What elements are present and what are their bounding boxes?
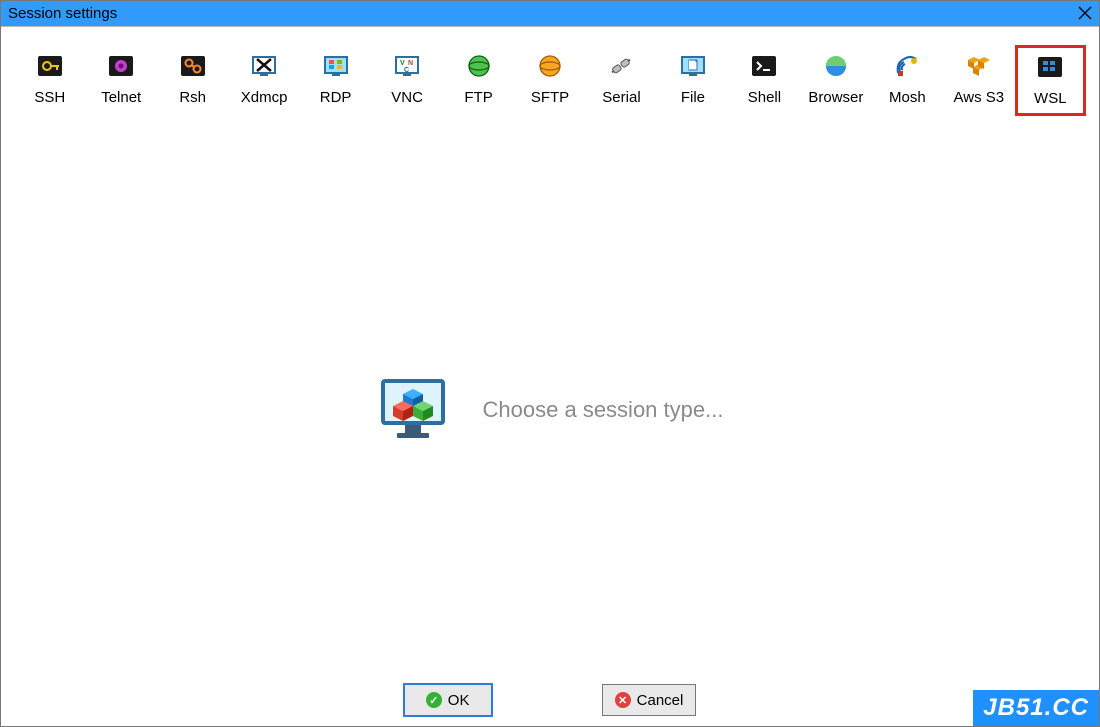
session-type-wsl[interactable]: WSL <box>1015 45 1086 116</box>
prompt-text: Choose a session type... <box>483 397 724 423</box>
session-type-label: Browser <box>808 89 863 106</box>
session-type-label: Xdmcp <box>241 89 288 106</box>
vnc-icon: VNC <box>390 53 424 79</box>
session-type-label: WSL <box>1034 90 1067 107</box>
session-type-label: Shell <box>748 89 781 106</box>
key-icon <box>33 53 67 79</box>
window-title: Session settings <box>8 5 117 22</box>
session-type-label: File <box>681 89 705 106</box>
session-type-label: Telnet <box>101 89 141 106</box>
ok-button[interactable]: ✓ OK <box>404 684 492 716</box>
close-icon[interactable] <box>1076 4 1094 22</box>
svg-text:N: N <box>408 60 413 67</box>
rdp-icon <box>319 53 353 79</box>
session-type-label: RDP <box>320 89 352 106</box>
session-type-row: SSHTelnetRshXdmcpRDPVNCVNCFTPSFTPSerialF… <box>14 27 1086 116</box>
session-type-vnc[interactable]: VNCVNC <box>371 45 442 114</box>
cross-icon: ✕ <box>615 692 631 708</box>
session-type-label: SFTP <box>531 89 569 106</box>
aws-s3-icon <box>962 53 996 79</box>
session-type-ftp[interactable]: FTP <box>443 45 514 114</box>
file-icon <box>676 53 710 79</box>
session-type-rdp[interactable]: RDP <box>300 45 371 114</box>
mosh-icon <box>890 53 924 79</box>
shell-icon <box>747 53 781 79</box>
client-area: SSHTelnetRshXdmcpRDPVNCVNCFTPSFTPSerialF… <box>1 26 1099 726</box>
session-type-rsh[interactable]: Rsh <box>157 45 228 114</box>
ok-button-label: OK <box>448 692 470 709</box>
session-type-ssh[interactable]: SSH <box>14 45 85 114</box>
session-type-label: VNC <box>391 89 423 106</box>
ftp-icon <box>462 53 496 79</box>
session-type-serial[interactable]: Serial <box>586 45 657 114</box>
monitor-cubes-icon <box>377 377 449 443</box>
dialog-footer: ✓ OK ✕ Cancel <box>1 684 1099 716</box>
svg-text:V: V <box>400 60 405 67</box>
serial-icon <box>604 53 638 79</box>
session-type-shell[interactable]: Shell <box>729 45 800 114</box>
telnet-icon <box>104 53 138 79</box>
session-type-sftp[interactable]: SFTP <box>514 45 585 114</box>
wsl-icon <box>1033 54 1067 80</box>
xdmcp-icon <box>247 53 281 79</box>
browser-icon <box>819 53 853 79</box>
session-type-file[interactable]: File <box>657 45 728 114</box>
session-type-label: Rsh <box>179 89 206 106</box>
session-type-telnet[interactable]: Telnet <box>85 45 156 114</box>
sftp-icon <box>533 53 567 79</box>
session-type-label: SSH <box>34 89 65 106</box>
session-type-label: Aws S3 <box>954 89 1005 106</box>
check-icon: ✓ <box>426 692 442 708</box>
session-type-label: Serial <box>602 89 640 106</box>
cancel-button[interactable]: ✕ Cancel <box>602 684 697 716</box>
session-type-mosh[interactable]: Mosh <box>872 45 943 114</box>
titlebar: Session settings <box>0 0 1100 26</box>
cancel-button-label: Cancel <box>637 692 684 709</box>
session-type-label: FTP <box>464 89 492 106</box>
svg-text:C: C <box>404 67 409 74</box>
center-prompt: Choose a session type... <box>1 377 1099 443</box>
watermark: JB51.CC <box>973 690 1099 726</box>
session-type-awss3[interactable]: Aws S3 <box>943 45 1014 114</box>
session-type-xdmcp[interactable]: Xdmcp <box>228 45 299 114</box>
session-type-browser[interactable]: Browser <box>800 45 871 114</box>
rsh-icon <box>176 53 210 79</box>
session-type-label: Mosh <box>889 89 926 106</box>
